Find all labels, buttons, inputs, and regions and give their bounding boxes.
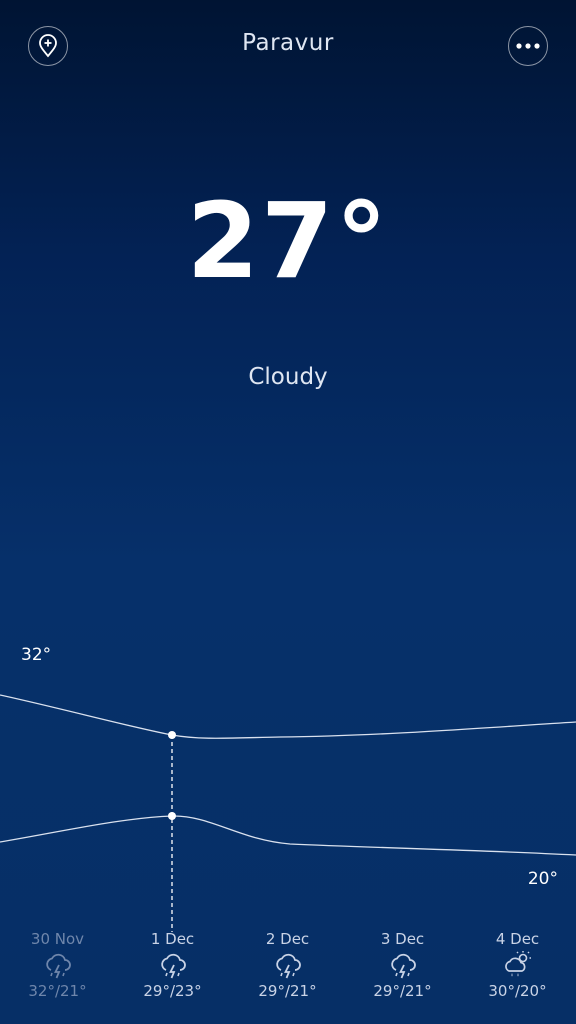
forecast-day-4dec[interactable]: 4 Dec 30°/20° <box>460 928 575 1002</box>
forecast-temps: 32°/21° <box>28 982 87 1000</box>
thunder-rain-icon <box>230 950 345 980</box>
forecast-date: 3 Dec <box>380 930 425 948</box>
forecast-row: 30 Nov 32°/21° 1 Dec 29°/23° 2 Dec 29°/2… <box>0 928 576 1008</box>
city-name: Paravur <box>242 30 334 56</box>
forecast-date: 30 Nov <box>30 930 85 948</box>
more-icon <box>516 43 540 49</box>
forecast-temps: 29°/21° <box>258 982 317 1000</box>
thunder-rain-icon <box>115 950 230 980</box>
weather-condition: Cloudy <box>248 364 328 390</box>
forecast-date: 1 Dec <box>150 930 195 948</box>
high-point <box>168 731 176 739</box>
more-options-button[interactable] <box>508 26 548 66</box>
current-temperature: 27° <box>186 180 390 302</box>
forecast-day-3dec[interactable]: 3 Dec 29°/21° <box>345 928 460 1002</box>
low-temp-line <box>0 815 576 856</box>
forecast-day-30nov[interactable]: 30 Nov 32°/21° <box>0 928 115 1002</box>
forecast-date: 2 Dec <box>265 930 310 948</box>
thunder-rain-icon <box>0 950 115 980</box>
forecast-temps: 29°/23° <box>143 982 202 1000</box>
thunder-rain-icon <box>345 950 460 980</box>
forecast-day-1dec[interactable]: 1 Dec 29°/23° <box>115 928 230 1002</box>
forecast-date: 4 Dec <box>495 930 540 948</box>
forecast-day-2dec[interactable]: 2 Dec 29°/21° <box>230 928 345 1002</box>
temperature-graph <box>0 694 576 932</box>
forecast-temps: 29°/21° <box>373 982 432 1000</box>
forecast-temps: 30°/20° <box>488 982 547 1000</box>
sun-rain-icon <box>460 950 575 980</box>
low-point <box>168 812 176 820</box>
high-temp-line <box>0 694 576 739</box>
